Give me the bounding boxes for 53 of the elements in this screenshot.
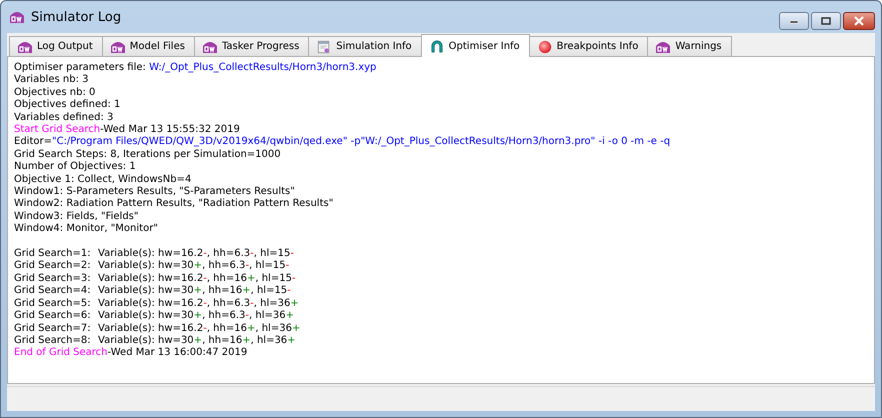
- close-button[interactable]: [843, 12, 875, 30]
- log-line: Variable(s): hw=16.2-, hh=6.3-, hl=36+: [98, 298, 299, 310]
- log-line: Grid Search=1:: [14, 248, 92, 260]
- log-line: Start Grid Search-Wed Mar 13 15:55:32 2019: [14, 124, 240, 136]
- logo-icon: [110, 40, 126, 54]
- log-line: Window3: Fields, "Fields": [14, 210, 138, 223]
- maximize-icon: [821, 17, 831, 25]
- log-line: Grid Search=5:: [14, 298, 92, 310]
- minimize-icon: [789, 18, 799, 24]
- log-line: Variable(s): hw=16.2-, hh=16+, hl=15-: [98, 272, 296, 285]
- log-line: Variables nb: 3: [14, 74, 88, 87]
- log-line: Variable(s): hw=30+, hh=16+, hl=15-: [98, 285, 291, 298]
- logo-icon: [655, 40, 672, 54]
- log-line: Window4: Monitor, "Monitor": [14, 223, 158, 236]
- tab[interactable]: Breakpoints Info: [528, 36, 648, 56]
- maximize-button[interactable]: [811, 12, 841, 30]
- tab[interactable]: Log Output: [9, 36, 103, 56]
- tab[interactable]: Warnings: [647, 36, 732, 56]
- log-line: Variable(s): hw=16.2-, hh=6.3-, hl=15-: [98, 248, 294, 260]
- close-icon: [853, 16, 865, 26]
- log-line: Window1: S-Parameters Results, "S-Parameters Results": [14, 186, 295, 198]
- logo-icon: [17, 40, 33, 54]
- log-line: Grid Search Steps: 8, Iterations per Simulation=1000: [14, 148, 281, 161]
- log-line: Grid Search=7:: [14, 322, 92, 335]
- log-line: Grid Search=8:: [14, 334, 92, 347]
- log-line: Number of Objectives: 1: [14, 161, 136, 174]
- log-line: Objectives nb: 0: [14, 86, 96, 99]
- log-line: Variable(s): hw=30+, hh=6.3-, hl=15-: [98, 260, 290, 273]
- tab[interactable]: Model Files: [102, 36, 195, 56]
- log-line: Variable(s): hw=30+, hh=6.3-, hl=36+: [98, 310, 294, 323]
- document-icon: [316, 40, 332, 54]
- tab[interactable]: Optimiser Info: [420, 34, 530, 57]
- log-line: Window2: Radiation Pattern Results, "Radiation Pattern Results": [14, 198, 334, 211]
- log-line: Variable(s): hw=30+, hh=16+, hl=36+: [98, 334, 296, 347]
- log-line: Grid Search=2:: [14, 260, 92, 273]
- logo-icon: [202, 40, 218, 54]
- minimize-button[interactable]: [779, 12, 809, 30]
- arch-icon: [428, 39, 445, 53]
- log-line: Variable(s): hw=16.2-, hh=16+, hl=36+: [98, 322, 300, 335]
- tab[interactable]: Tasker Progress: [194, 36, 310, 56]
- log-line: End of Grid Search-Wed Mar 13 16:00:47 2019: [14, 347, 248, 360]
- log-line: Grid Search=3:: [14, 272, 92, 285]
- log-line: Objective 1: Collect, WindowsNb=4: [14, 174, 192, 186]
- log-line: Grid Search=4:: [14, 285, 92, 298]
- breakpoint-icon: [536, 40, 553, 54]
- log-line: Editor="C:/Program Files/QWED/QW_3D/v2019x64/qwbin/qed.exe" -p"W:/_Opt_Plus_CollectResults/Horn3/horn3.pro" -i -o 0 -m -e -q: [14, 136, 670, 149]
- window-title: Simulator Log: [31, 10, 122, 24]
- log-line: Grid Search=6:: [14, 310, 92, 323]
- log-line: Objectives defined: 1: [14, 99, 120, 112]
- tab[interactable]: Simulation Info: [308, 36, 422, 56]
- log-line: Variables defined: 3: [14, 112, 114, 124]
- app-logo-icon: [9, 10, 25, 24]
- log-line: Optimiser parameters file: W:/_Opt_Plus_CollectResults/Horn3/horn3.xyp: [14, 62, 376, 74]
